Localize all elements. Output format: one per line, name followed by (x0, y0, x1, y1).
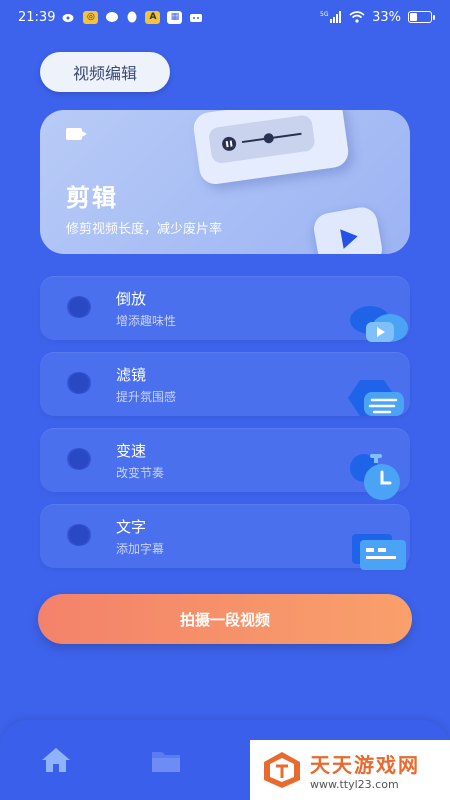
feature-subtitle: 改变节奏 (116, 466, 165, 480)
bullet-dot-icon (66, 372, 92, 394)
app-a-icon: A (145, 10, 161, 24)
feature-label: 倒放 (116, 290, 147, 308)
watermark-url: www.ttyl23.com (310, 778, 399, 791)
pause-icon (221, 135, 238, 152)
status-time: 21:39 (18, 9, 56, 25)
watermark-logo-icon (264, 752, 300, 788)
reverse-play-icon (350, 306, 408, 342)
feature-filter[interactable]: 滤镜 提升氛围感 (40, 352, 410, 416)
camera-icon (66, 128, 87, 140)
wifi-icon (349, 11, 365, 23)
feature-text[interactable]: 文字 添加字幕 (40, 504, 410, 570)
tab-video-edit[interactable]: 视频编辑 (40, 52, 170, 92)
watermark: 天天游戏网 www.ttyl23.com (250, 740, 450, 800)
filter-icon (348, 380, 404, 416)
slider-knob (263, 132, 275, 144)
folder-icon[interactable] (150, 748, 182, 774)
speed-clock-icon (350, 454, 400, 500)
battery-text: 33% (372, 9, 401, 25)
bullet-dot-icon (66, 448, 92, 470)
svg-text:5G: 5G (320, 11, 329, 18)
image-icon: ▦ (167, 10, 183, 24)
record-video-button[interactable]: 拍摄一段视频 (38, 594, 412, 644)
status-right: 5G 33% (320, 9, 435, 25)
player-screen (207, 114, 316, 165)
feature-label: 滤镜 (116, 366, 147, 384)
robot-icon (189, 11, 203, 23)
weibo-icon (62, 11, 76, 23)
bullet-dot-icon (66, 296, 92, 318)
watermark-title: 天天游戏网 (310, 753, 420, 777)
text-caption-icon (352, 534, 406, 570)
feature-reverse[interactable]: 倒放 增添趣味性 (40, 276, 410, 342)
play-icon (311, 204, 385, 254)
trim-title: 剪辑 (66, 184, 118, 212)
app-notification-icon: ◎ (83, 10, 99, 24)
home-icon[interactable] (40, 746, 72, 774)
feature-subtitle: 提升氛围感 (116, 390, 177, 404)
bullet-dot-icon (66, 524, 92, 546)
qq-icon (126, 11, 138, 24)
feature-label: 变速 (116, 442, 147, 460)
feature-subtitle: 增添趣味性 (116, 314, 177, 328)
battery-icon (408, 11, 435, 23)
signal-icon: 5G (320, 11, 342, 23)
status-bar: 21:39 ◎ A ▦ 5G 33% (0, 0, 450, 34)
trim-card[interactable]: 剪辑 修剪视频长度，减少废片率 (40, 110, 410, 254)
status-left: 21:39 ◎ A ▦ (18, 10, 203, 25)
feature-subtitle: 添加字幕 (116, 542, 165, 556)
feature-speed[interactable]: 变速 改变节奏 (40, 428, 410, 500)
chat-icon (105, 11, 119, 23)
feature-label: 文字 (116, 518, 147, 536)
trim-subtitle: 修剪视频长度，减少废片率 (66, 222, 223, 237)
player-illustration (191, 110, 351, 187)
